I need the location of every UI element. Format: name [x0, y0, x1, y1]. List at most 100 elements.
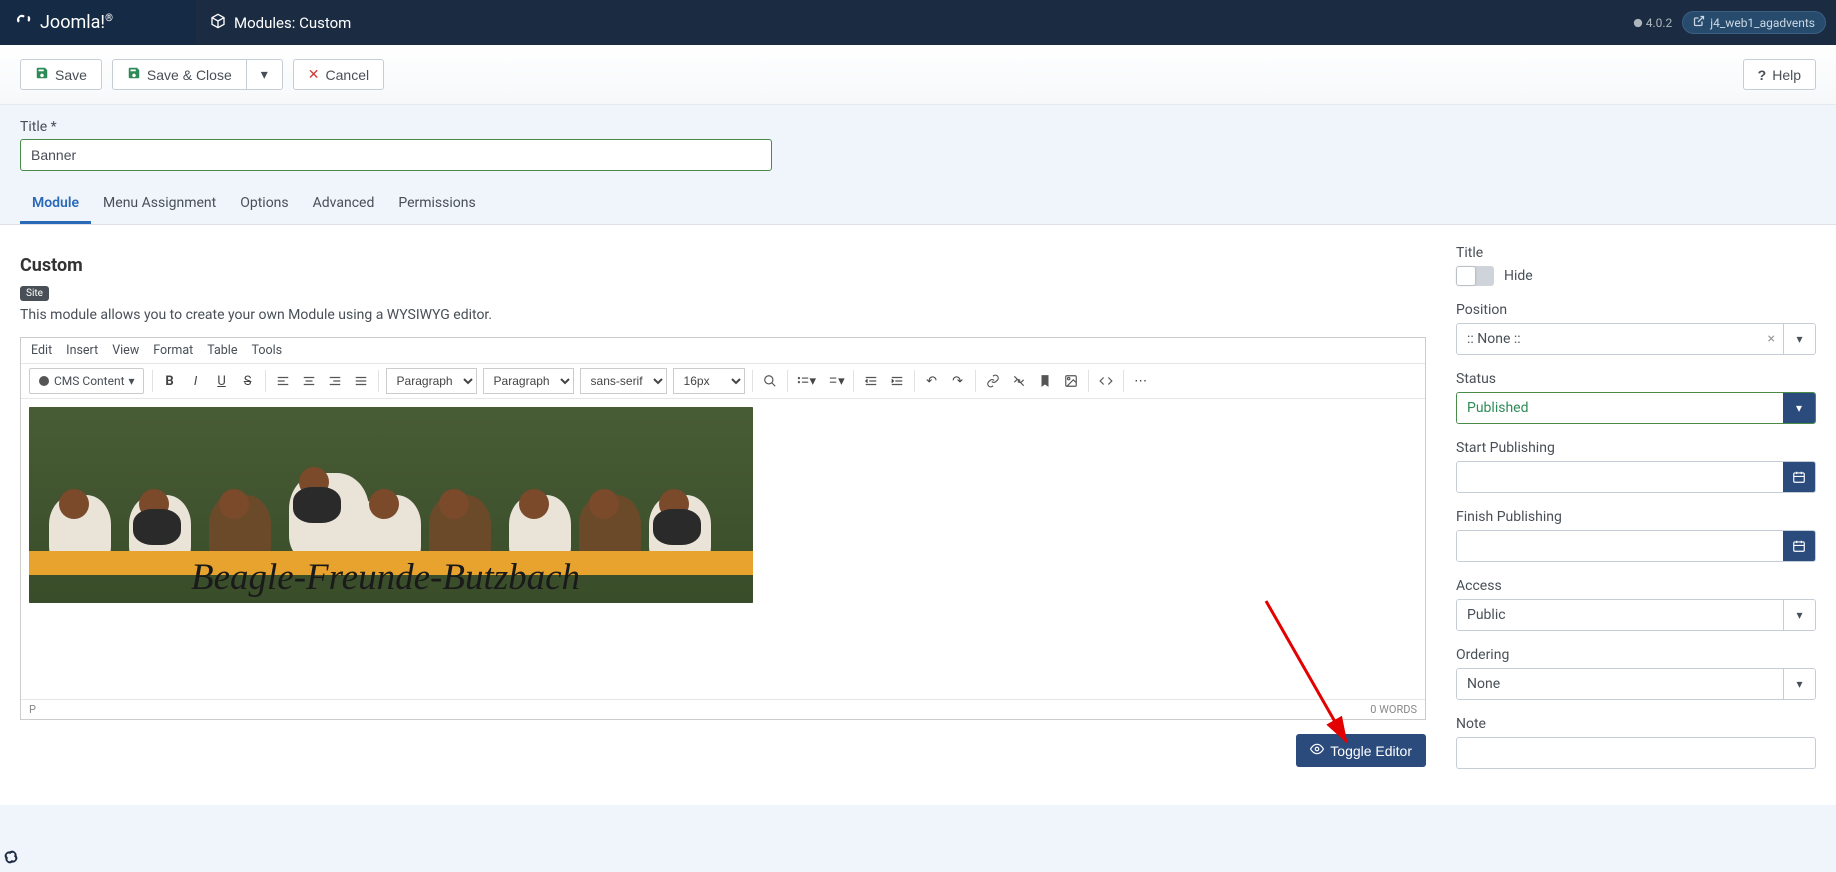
link-button[interactable]: [980, 368, 1006, 394]
editor-statusbar: P 0 WORDS: [21, 699, 1425, 719]
field-access: Access Public ▾: [1456, 578, 1816, 631]
search-button[interactable]: [757, 368, 783, 394]
start-pub-calendar-button[interactable]: [1783, 462, 1815, 492]
tab-advanced[interactable]: Advanced: [301, 185, 387, 224]
source-code-button[interactable]: [1093, 368, 1119, 394]
italic-button[interactable]: I: [183, 368, 209, 394]
position-caret[interactable]: ▾: [1783, 324, 1815, 354]
finish-pub-calendar-button[interactable]: [1783, 531, 1815, 561]
finish-pub-label: Finish Publishing: [1456, 509, 1816, 525]
bold-button[interactable]: B: [157, 368, 183, 394]
ordering-caret[interactable]: ▾: [1783, 669, 1815, 699]
bookmark-button[interactable]: [1032, 368, 1058, 394]
tab-menu-assignment[interactable]: Menu Assignment: [91, 185, 228, 224]
finish-pub-input-group: [1456, 530, 1816, 562]
menu-tools[interactable]: Tools: [251, 343, 282, 358]
ordering-label: Ordering: [1456, 647, 1816, 663]
chevron-down-icon: ▾: [261, 66, 268, 83]
align-justify-button[interactable]: [348, 368, 374, 394]
tab-module[interactable]: Module: [20, 185, 91, 224]
joomla-footer-icon[interactable]: [2, 848, 20, 870]
element-path[interactable]: P: [29, 703, 36, 716]
toggle-editor-button[interactable]: Toggle Editor: [1296, 734, 1426, 767]
status-select[interactable]: Published ▾: [1456, 392, 1816, 424]
access-caret[interactable]: ▾: [1783, 600, 1815, 630]
indent-button[interactable]: [884, 368, 910, 394]
status-caret[interactable]: ▾: [1783, 393, 1815, 423]
access-select[interactable]: Public ▾: [1456, 599, 1816, 631]
title-input[interactable]: [20, 139, 772, 171]
redo-button[interactable]: ↷: [945, 368, 971, 394]
wysiwyg-editor: Edit Insert View Format Table Tools CMS …: [20, 337, 1426, 720]
underline-button[interactable]: U: [209, 368, 235, 394]
banner-text: Beagle-Freunde-Butzbach: [191, 556, 580, 599]
title-field-wrap: Title *: [0, 105, 1836, 185]
site-link-badge[interactable]: j4_web1_agadvents: [1682, 11, 1826, 34]
font-size-select[interactable]: 16px: [673, 368, 745, 394]
editor-canvas[interactable]: Beagle-Freunde-Butzbach: [21, 399, 1425, 699]
position-clear-icon[interactable]: ×: [1760, 324, 1783, 354]
align-center-button[interactable]: [296, 368, 322, 394]
strikethrough-button[interactable]: S: [235, 368, 261, 394]
save-button[interactable]: Save: [20, 59, 102, 90]
save-icon: [35, 66, 49, 83]
position-label: Position: [1456, 302, 1816, 318]
status-label: Status: [1456, 371, 1816, 387]
cms-content-dropdown[interactable]: CMS Content ▾: [29, 368, 144, 394]
note-label: Note: [1456, 716, 1816, 732]
image-button[interactable]: [1058, 368, 1084, 394]
cancel-button[interactable]: ✕ Cancel: [293, 59, 384, 90]
save-close-button[interactable]: Save & Close: [112, 59, 247, 90]
help-label: Help: [1772, 67, 1801, 83]
ordering-value: None: [1457, 669, 1783, 699]
version-label: 4.0.2: [1633, 16, 1673, 30]
page-title-area: Modules: Custom: [196, 13, 365, 33]
numbered-list-button[interactable]: ▾: [820, 368, 849, 394]
unlink-button[interactable]: [1006, 368, 1032, 394]
top-bar: Joomla!® Modules: Custom 4.0.2 j4_web1_a…: [0, 0, 1836, 45]
more-button[interactable]: ⋯: [1128, 368, 1154, 394]
field-start-publishing: Start Publishing: [1456, 440, 1816, 493]
style-format-select[interactable]: Paragraph: [483, 368, 574, 394]
field-ordering: Ordering None ▾: [1456, 647, 1816, 700]
menu-format[interactable]: Format: [153, 343, 193, 358]
action-toolbar: Save Save & Close ▾ ✕ Cancel ? Help: [0, 45, 1836, 105]
finish-pub-input[interactable]: [1457, 531, 1783, 561]
menu-view[interactable]: View: [112, 343, 139, 358]
close-icon: ✕: [308, 66, 320, 83]
outdent-button[interactable]: [858, 368, 884, 394]
chevron-down-icon: ▾: [129, 374, 135, 388]
tab-options[interactable]: Options: [228, 185, 300, 224]
help-button[interactable]: ? Help: [1743, 59, 1816, 90]
menu-edit[interactable]: Edit: [31, 343, 52, 358]
banner-image[interactable]: Beagle-Freunde-Butzbach: [29, 407, 753, 603]
font-family-select[interactable]: sans-serif: [580, 368, 667, 394]
title-toggle-switch[interactable]: [1456, 266, 1494, 286]
title-toggle-label: Title: [1456, 245, 1816, 261]
tab-permissions[interactable]: Permissions: [386, 185, 487, 224]
access-value: Public: [1457, 600, 1783, 630]
undo-button[interactable]: ↶: [919, 368, 945, 394]
sidebar: Title Hide Position :: None :: × ▾ Statu…: [1456, 245, 1816, 785]
ordering-select[interactable]: None ▾: [1456, 668, 1816, 700]
save-dropdown-button[interactable]: ▾: [247, 59, 283, 90]
block-format-select[interactable]: Paragraph: [386, 368, 477, 394]
field-note: Note: [1456, 716, 1816, 769]
menu-insert[interactable]: Insert: [66, 343, 98, 358]
editor-menubar: Edit Insert View Format Table Tools: [21, 338, 1425, 364]
brand-area[interactable]: Joomla!®: [0, 0, 196, 45]
menu-table[interactable]: Table: [207, 343, 237, 358]
position-select[interactable]: :: None :: × ▾: [1456, 323, 1816, 355]
bullet-list-button[interactable]: ▾: [792, 368, 821, 394]
toggle-row: Toggle Editor: [20, 734, 1426, 767]
brand-text: Joomla!®: [40, 12, 113, 33]
save-close-group: Save & Close ▾: [112, 59, 283, 90]
note-input[interactable]: [1456, 737, 1816, 769]
main-panel: Custom Site This module allows you to cr…: [0, 225, 1836, 805]
start-pub-input[interactable]: [1457, 462, 1783, 492]
title-toggle-text: Hide: [1504, 268, 1533, 284]
align-left-button[interactable]: [270, 368, 296, 394]
align-right-button[interactable]: [322, 368, 348, 394]
help-icon: ?: [1758, 67, 1767, 83]
start-pub-input-group: [1456, 461, 1816, 493]
